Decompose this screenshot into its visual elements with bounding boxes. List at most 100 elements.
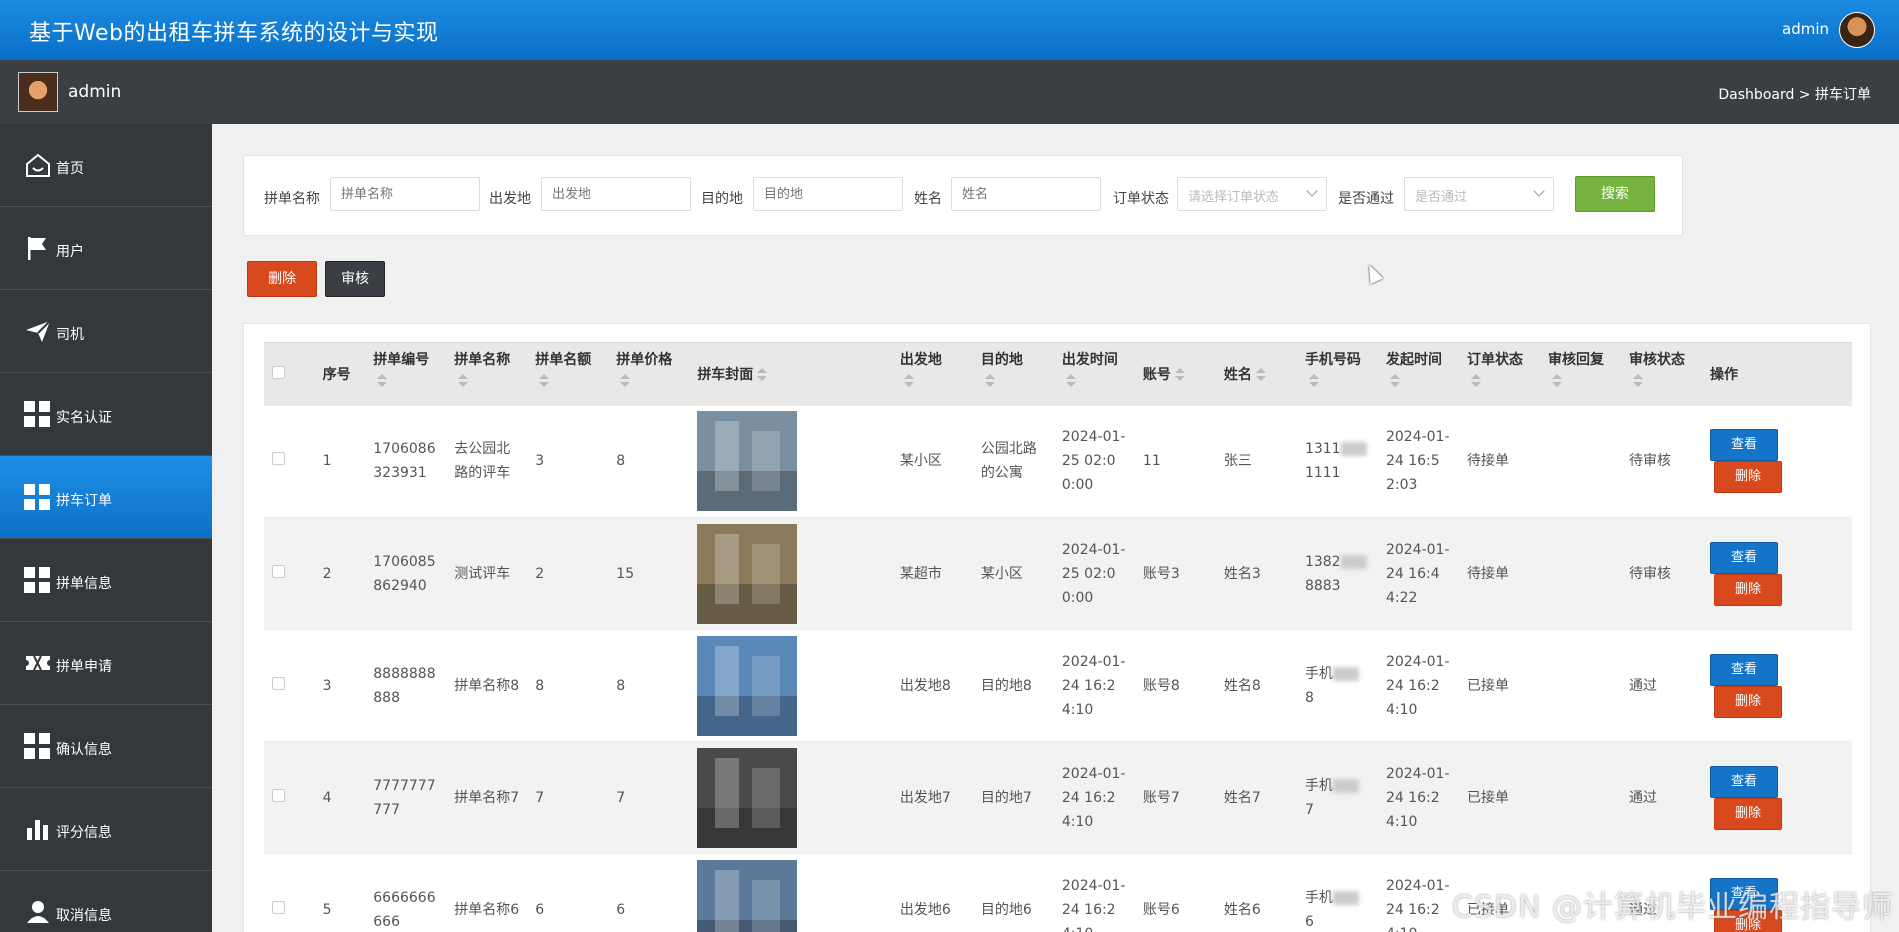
row-checkbox[interactable] [272, 564, 285, 578]
cell-phone: 手机 7 [1296, 741, 1378, 854]
view-button[interactable]: 查看 [1710, 541, 1779, 574]
col-header[interactable]: 拼单编号 [365, 342, 447, 406]
cover-image[interactable] [697, 523, 798, 624]
sidebar-username: admin [68, 82, 122, 102]
col-header[interactable]: 手机号码 [1296, 342, 1378, 406]
col-header[interactable]: 出发地 [891, 342, 973, 406]
app-title: 基于Web的出租车拼车系统的设计与实现 [29, 21, 439, 46]
col-header[interactable]: 发起时间 [1377, 342, 1459, 406]
header-username[interactable]: admin [1782, 20, 1829, 38]
sort-icon[interactable] [1308, 374, 1319, 388]
search-to-input[interactable] [753, 177, 903, 211]
col-header-label: 拼单名额 [535, 352, 592, 368]
cell-depart-time: 2024-01-25 02:00:00 [1053, 517, 1135, 630]
sort-icon[interactable] [1065, 374, 1076, 388]
col-header-label: 审核状态 [1629, 352, 1685, 368]
delete-button[interactable]: 删除 [1714, 461, 1783, 494]
sort-icon[interactable] [620, 374, 631, 388]
col-header[interactable]: 账号 [1134, 342, 1216, 406]
delete-button[interactable]: 删除 [1714, 685, 1783, 718]
sub-header: admin Dashboard > 拼车订单 [0, 60, 1899, 124]
col-header[interactable]: 目的地 [972, 342, 1054, 406]
view-button[interactable]: 查看 [1710, 653, 1779, 686]
col-header[interactable]: 拼车封面 [689, 342, 892, 406]
select-all-checkbox[interactable] [272, 365, 285, 379]
sidebar-item-users[interactable]: 用户 [0, 207, 212, 290]
sidebar-item-order-info[interactable]: 拼单信息 [0, 539, 212, 622]
phone-tail: 7 [1304, 801, 1314, 818]
col-header[interactable]: 拼单价格 [608, 342, 690, 406]
breadcrumb[interactable]: Dashboard > 拼车订单 [1718, 84, 1871, 104]
col-header[interactable]: 拼单名称 [446, 342, 528, 406]
pass-status-select[interactable]: 是否通过 [1404, 177, 1554, 211]
sidebar-item-verification[interactable]: 实名认证 [0, 373, 212, 456]
row-select-cell[interactable] [264, 741, 315, 854]
sidebar-item-carpool-orders[interactable]: 拼车订单 [0, 456, 212, 539]
search-name-input[interactable] [330, 177, 480, 211]
row-select-cell[interactable] [264, 853, 315, 932]
sort-icon[interactable] [458, 374, 469, 388]
col-header[interactable]: 姓名 [1215, 342, 1297, 406]
search-from-input[interactable] [541, 177, 691, 211]
top-header: 基于Web的出租车拼车系统的设计与实现 admin [0, 0, 1899, 60]
row-checkbox[interactable] [272, 452, 285, 466]
sort-icon[interactable] [1633, 374, 1643, 388]
header-avatar[interactable] [1839, 12, 1875, 48]
phone-blur [1332, 890, 1359, 905]
col-header[interactable]: 出发时间 [1053, 342, 1135, 406]
cover-image[interactable] [697, 411, 798, 512]
select-all-header[interactable] [264, 342, 315, 406]
view-button[interactable]: 查看 [1710, 765, 1779, 798]
sort-icon[interactable] [1470, 374, 1481, 388]
row-checkbox[interactable] [272, 900, 285, 914]
col-header[interactable]: 订单状态 [1458, 342, 1540, 406]
order-status-select[interactable]: 请选择订单状态 [1177, 177, 1327, 211]
cell-price: 7 [608, 741, 690, 854]
cover-image[interactable] [697, 635, 798, 736]
col-header[interactable]: 拼单名额 [527, 342, 609, 406]
sort-icon[interactable] [1255, 368, 1266, 382]
cover-image[interactable] [697, 859, 798, 932]
row-checkbox[interactable] [272, 676, 285, 690]
sidebar-item-ratings[interactable]: 评分信息 [0, 788, 212, 871]
cell-no: 1 [314, 405, 366, 518]
sort-icon[interactable] [377, 374, 388, 388]
cell-order-status: 已接单 [1458, 741, 1540, 854]
sidebar-item-cancellations[interactable]: 取消信息 [0, 871, 212, 932]
sidebar-item-drivers[interactable]: 司机 [0, 290, 212, 373]
delete-button[interactable]: 删除 [1714, 797, 1783, 830]
col-header-label: 订单状态 [1466, 352, 1523, 368]
order-status-placeholder: 请选择订单状态 [1188, 190, 1280, 205]
sidebar-item-confirm-info[interactable]: 确认信息 [0, 705, 212, 788]
col-header[interactable]: 审核回复 [1539, 342, 1621, 406]
sort-icon[interactable] [757, 368, 768, 382]
sidebar-item-order-application[interactable]: 拼单申请 [0, 622, 212, 705]
search-button[interactable]: 搜索 [1575, 176, 1655, 212]
row-select-cell[interactable] [264, 405, 315, 518]
col-header-label: 拼车封面 [697, 367, 754, 384]
cell-cover [689, 741, 892, 854]
table-row: 4 7777777777 拼单名称7 7 7 出发地7 目的地7 2024-01-24 16:… [264, 741, 1852, 854]
cell-no: 4 [314, 741, 366, 854]
sort-icon[interactable] [1551, 374, 1562, 388]
batch-audit-button[interactable]: 审核 [325, 261, 385, 297]
sort-icon[interactable] [1389, 374, 1400, 388]
cell-created-time: 2024-01-24 16:24:10 [1377, 853, 1459, 932]
sort-icon[interactable] [539, 374, 550, 388]
batch-delete-button[interactable]: 删除 [247, 261, 317, 297]
row-select-cell[interactable] [264, 629, 315, 742]
sort-icon[interactable] [984, 374, 995, 388]
view-button[interactable]: 查看 [1710, 429, 1779, 462]
cover-image[interactable] [697, 747, 798, 848]
sort-icon[interactable] [1174, 368, 1185, 382]
grid-icon [24, 567, 52, 593]
cell-phone: 手机 8 [1296, 629, 1378, 742]
col-header[interactable]: 审核状态 [1621, 342, 1703, 406]
row-select-cell[interactable] [264, 517, 315, 630]
cell-price: 6 [608, 853, 690, 932]
row-checkbox[interactable] [272, 788, 285, 802]
delete-button[interactable]: 删除 [1714, 573, 1783, 606]
sort-icon[interactable] [903, 374, 914, 388]
search-person-input[interactable] [951, 177, 1101, 211]
sidebar-item-home[interactable]: 首页 [0, 124, 212, 207]
